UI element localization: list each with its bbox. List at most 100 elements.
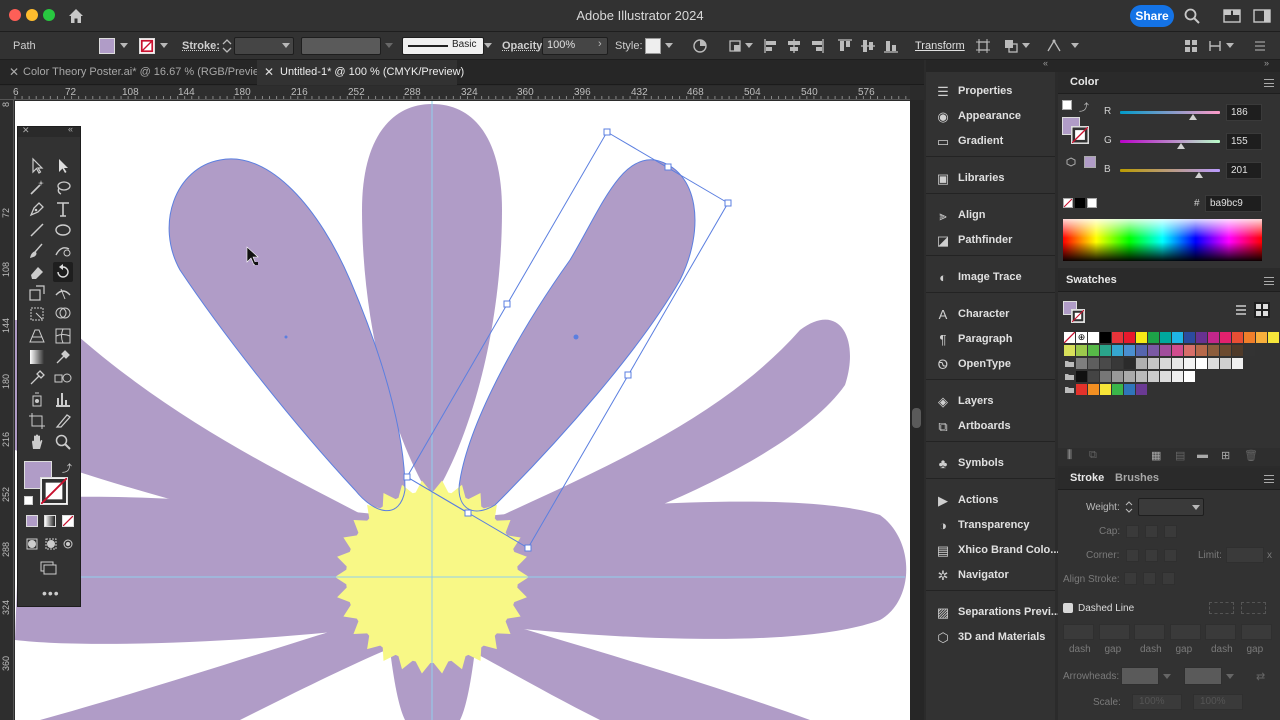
swatch[interactable] (1268, 332, 1279, 343)
ellipse-tool-icon[interactable] (53, 220, 73, 240)
panel-item-artboards[interactable]: ⧉ Artboards (926, 415, 1055, 439)
end-arrowhead-dropdown[interactable] (1184, 667, 1222, 685)
tab-untitled-1[interactable]: Untitled-1* @ 100 % (CMYK/Preview) (280, 60, 464, 85)
r-slider-track[interactable] (1120, 111, 1220, 114)
tab-close-icon[interactable]: ✕ (264, 60, 274, 85)
miter-join-button[interactable] (1126, 549, 1139, 562)
panel-item-layers[interactable]: ◈ Layers (926, 390, 1055, 414)
panel-item-image-trace[interactable]: ◐ Image Trace (926, 266, 1055, 290)
color-panel-menu-icon[interactable] (1264, 79, 1274, 87)
swap-arrowheads-icon[interactable]: ⇄ (1256, 670, 1265, 683)
panel-item-navigator[interactable]: ✲ Navigator (926, 564, 1055, 588)
panel-item-align[interactable]: ⫸ Align (926, 204, 1055, 228)
dashed-line-checkbox[interactable] (1063, 603, 1073, 613)
control-bar-menu-icon[interactable] (1251, 38, 1267, 54)
dash-field[interactable] (1063, 624, 1094, 640)
swatch[interactable] (1136, 358, 1147, 369)
symbol-sprayer-tool-icon[interactable] (27, 389, 47, 409)
swatch[interactable] (1076, 371, 1087, 382)
swatch[interactable] (1196, 345, 1207, 356)
swatch[interactable] (1100, 345, 1111, 356)
g-value-field[interactable]: 155 (1226, 133, 1262, 150)
align-left-icon[interactable] (763, 38, 779, 54)
width-tool-icon[interactable] (53, 283, 73, 303)
scrollbar-thumb[interactable] (912, 408, 921, 428)
swatch[interactable] (1220, 345, 1231, 356)
swatch-libraries-icon[interactable]: ⫼ (1067, 449, 1072, 462)
toolbox-collapse-icon[interactable]: « (68, 124, 73, 134)
arrange-icon[interactable] (1003, 38, 1019, 54)
column-graph-tool-icon[interactable] (53, 389, 73, 409)
swatch[interactable] (1196, 358, 1207, 369)
default-colors-icon[interactable] (1062, 100, 1072, 110)
round-cap-button[interactable] (1145, 525, 1158, 538)
r-slider-thumb[interactable] (1189, 114, 1197, 120)
transform-handle[interactable] (603, 128, 611, 136)
color-mode-button[interactable] (26, 515, 38, 527)
limit-field[interactable] (1226, 547, 1264, 563)
color-panel-title[interactable]: Color (1070, 76, 1099, 88)
gradient-tool-icon[interactable] (27, 347, 47, 367)
swatch[interactable] (1064, 345, 1075, 356)
hex-value-field[interactable]: ba9bc9 (1205, 195, 1262, 212)
swatch[interactable] (1172, 371, 1183, 382)
panel-item-separations-previ[interactable]: ▨ Separations Previ... (926, 601, 1060, 625)
stroke-weight-stepper-icon[interactable] (219, 38, 235, 54)
panel-item-libraries[interactable]: ▣ Libraries (926, 167, 1055, 191)
stroke-weight-chevron-icon[interactable] (282, 43, 290, 48)
mesh-tool-icon[interactable] (53, 326, 73, 346)
align-middle-icon[interactable] (860, 38, 876, 54)
align-to-chevron-icon[interactable] (745, 43, 753, 48)
align-right-icon[interactable] (809, 38, 825, 54)
puppet-warp-icon[interactable] (1046, 38, 1062, 54)
stroke-panel-menu-icon[interactable] (1264, 475, 1274, 483)
eyedropper-tool-icon[interactable] (53, 347, 73, 367)
list-view-icon[interactable] (1234, 303, 1248, 317)
panel-item-xhico-brand-colo[interactable]: ▤ Xhico Brand Colo... (926, 539, 1060, 563)
swatch[interactable] (1172, 332, 1183, 343)
shape-mode-icon[interactable] (1207, 38, 1223, 54)
swatch[interactable] (1184, 332, 1195, 343)
swatch[interactable] (1088, 384, 1099, 395)
swatch-group-folder-icon[interactable] (1064, 371, 1075, 382)
start-arrowhead-dropdown[interactable] (1121, 667, 1159, 685)
align-to-icon[interactable] (728, 38, 744, 54)
variable-width-profile[interactable] (301, 37, 381, 55)
out-of-gamut-cube-icon[interactable] (1066, 157, 1076, 167)
dash-field[interactable] (1134, 624, 1165, 640)
distribute-icon[interactable] (1183, 38, 1199, 54)
swatch[interactable] (1220, 332, 1231, 343)
paintbrush-tool-icon[interactable] (27, 241, 47, 261)
swap-colors-icon[interactable]: ⤴ (1079, 99, 1089, 114)
swatch[interactable] (1208, 358, 1219, 369)
swatch[interactable] (1232, 358, 1243, 369)
r-value-field[interactable]: 186 (1226, 104, 1262, 121)
swatch[interactable] (1160, 332, 1171, 343)
show-swatch-kinds-icon[interactable]: ▦ (1151, 449, 1161, 462)
panel-item-appearance[interactable]: ◉ Appearance (926, 105, 1055, 129)
projecting-cap-button[interactable] (1164, 525, 1177, 538)
workspace-switcher-icon[interactable] (1223, 7, 1241, 25)
swatch[interactable] (1196, 332, 1207, 343)
none-color-chip[interactable] (1063, 198, 1073, 208)
tab-close-icon[interactable]: ✕ (9, 60, 19, 85)
screen-mode-icon[interactable] (38, 557, 58, 577)
swatch[interactable] (1184, 358, 1195, 369)
panel-item-opentype[interactable]: Ꮻ OpenType (926, 353, 1055, 377)
swatch[interactable] (1088, 358, 1099, 369)
thumbnail-view-icon[interactable] (1254, 302, 1270, 318)
lasso-tool-icon[interactable] (53, 178, 73, 198)
type-tool-icon[interactable] (53, 199, 73, 219)
preserve-dash-icon[interactable] (1209, 602, 1234, 614)
opacity-label[interactable]: Opacity: (502, 32, 546, 60)
brush-definition-dropdown[interactable]: Basic (402, 37, 484, 55)
panel-layout-icon[interactable] (1253, 7, 1271, 25)
transform-handle[interactable] (664, 163, 672, 171)
end-arrowhead-chevron-icon[interactable] (1226, 674, 1234, 679)
swatch[interactable] (1136, 345, 1147, 356)
align-inside-stroke-button[interactable] (1143, 572, 1156, 585)
swatch[interactable] (1208, 332, 1219, 343)
panel-item-3d-and-materials[interactable]: ⬡ 3D and Materials (926, 626, 1055, 650)
align-bottom-icon[interactable] (883, 38, 899, 54)
style-chevron-icon[interactable] (665, 43, 673, 48)
